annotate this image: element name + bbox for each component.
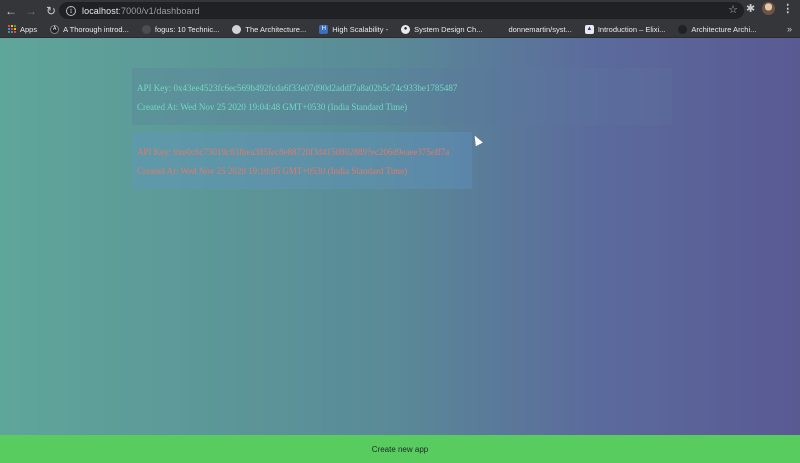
apps-grid-icon	[8, 25, 16, 33]
bookmark-label: The Architecture...	[245, 24, 307, 34]
reload-icon[interactable]: ↻	[42, 2, 60, 20]
created-at-text: Created At: Wed Nov 25 2020 19:04:48 GMT…	[137, 102, 408, 112]
page-icon	[495, 24, 505, 34]
github-icon: ●	[401, 24, 411, 34]
more-bookmarks-icon[interactable]: »	[787, 24, 792, 34]
bookmark-label: Apps	[20, 24, 38, 34]
url-text[interactable]: localhost:7000/v1/dashboard	[82, 6, 200, 16]
back-icon[interactable]: ←	[2, 2, 20, 20]
bookmark-label: A Thorough introd...	[63, 24, 129, 34]
mouse-cursor-icon	[471, 133, 483, 147]
hs-icon: H	[319, 24, 329, 34]
bookmark-item[interactable]: The Architecture...	[232, 24, 307, 34]
bookmark-label: donnemartin/syst...	[508, 24, 572, 34]
globe-icon	[232, 24, 242, 34]
elixir-icon: ▲	[584, 24, 594, 34]
dashboard-page: API Key: 0x43ee4523fc6ec569b492fcda6f33e…	[0, 38, 800, 435]
api-key-text: API Key: 0x43ee4523fc6ec569b492fcda6f33e…	[137, 83, 458, 93]
bookmark-label: Introduction – Elixi...	[597, 24, 666, 34]
bookmark-item[interactable]: ● System Design Ch...	[401, 24, 483, 34]
bookmark-item[interactable]: fogus: 10 Technic...	[141, 24, 220, 34]
globe-icon	[141, 24, 151, 34]
browser-toolbar: ← → ↻ i localhost:7000/v1/dashboard ☆ ✱ …	[0, 0, 800, 21]
bookmark-apps[interactable]: Apps	[8, 25, 37, 34]
create-new-app-button[interactable]: Create new app	[0, 435, 800, 463]
bookmark-item[interactable]: donnemartin/syst...	[495, 24, 572, 34]
url-path: :7000/v1/dashboard	[118, 5, 200, 16]
app-card: API Key: 0x43ee4523fc6ec569b492fcda6f33e…	[132, 68, 672, 125]
address-bar[interactable]: i localhost:7000/v1/dashboard ☆	[59, 2, 744, 19]
api-key-text: API Key: 0xe0c6c73019c83fbea385fec8e8872…	[137, 147, 450, 157]
forward-icon[interactable]: →	[22, 2, 40, 20]
bookmark-label: High Scalability -	[332, 24, 389, 34]
created-at-text: Created At: Wed Nov 25 2020 19:10:05 GMT…	[137, 166, 408, 176]
bracket-icon: A	[50, 24, 60, 34]
bookmark-star-icon[interactable]: ☆	[728, 3, 738, 16]
bookmark-item[interactable]: ▲ Introduction – Elixi...	[584, 24, 666, 34]
bookmark-item[interactable]: A A Thorough introd...	[50, 24, 129, 34]
bookmark-label: Architecture Archi...	[691, 24, 757, 34]
info-icon[interactable]: i	[66, 5, 76, 16]
avatar[interactable]	[762, 2, 776, 15]
bookmark-label: fogus: 10 Technic...	[154, 24, 220, 34]
bookmark-item[interactable]: H High Scalability -	[319, 24, 389, 34]
menu-kebab-icon[interactable]: ⋮	[782, 2, 793, 15]
bookmarks-bar: Apps A A Thorough introd... fogus: 10 Te…	[0, 21, 800, 38]
dot-icon	[678, 24, 688, 34]
app-card: API Key: 0xe0c6c73019c83fbea385fec8e8872…	[132, 132, 472, 189]
bookmark-label: System Design Ch...	[414, 24, 483, 34]
extensions-icon[interactable]: ✱	[746, 2, 755, 15]
bookmark-item[interactable]: Architecture Archi...	[678, 24, 757, 34]
url-host: localhost	[82, 5, 119, 16]
